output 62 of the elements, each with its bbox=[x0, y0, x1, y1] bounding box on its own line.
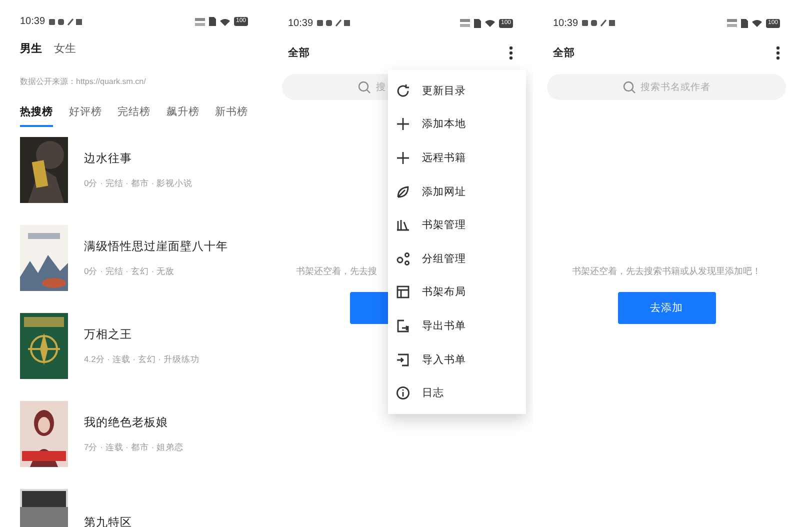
status-time: 10:39 bbox=[20, 16, 46, 27]
book-title[interactable]: 满级悟性思过崖面壁八十年 bbox=[84, 238, 228, 254]
rank-tab[interactable]: 飙升榜 bbox=[166, 105, 200, 127]
sim-icon bbox=[208, 17, 216, 26]
gender-tab[interactable]: 男生 bbox=[20, 41, 42, 56]
shelf-title[interactable]: 全部 bbox=[553, 46, 575, 60]
wifi-icon bbox=[752, 19, 762, 27]
network-speed-icon bbox=[726, 19, 737, 27]
layout-icon bbox=[396, 285, 410, 300]
plus-icon bbox=[396, 117, 410, 132]
menu-item[interactable]: 导入书单 bbox=[422, 352, 466, 367]
menu-item[interactable]: 远程书籍 bbox=[422, 150, 466, 165]
rank-tab[interactable]: 新书榜 bbox=[215, 105, 248, 127]
leaf-icon bbox=[396, 184, 410, 199]
status-time: 10:39 bbox=[288, 18, 314, 28]
bookshelf-icon bbox=[396, 218, 410, 232]
menu-item[interactable]: 更新目录 bbox=[422, 84, 466, 98]
book-title[interactable]: 我的绝色老板娘 bbox=[84, 414, 184, 430]
menu-item[interactable]: 导出书单 bbox=[422, 318, 466, 333]
wifi-icon bbox=[484, 19, 495, 27]
book-meta: 0分 · 完结 · 都市 · 影视小说 bbox=[84, 178, 192, 190]
book-meta: 0分 · 完结 · 玄幻 · 无敌 bbox=[84, 266, 176, 278]
plus-icon bbox=[396, 150, 410, 165]
menu-item[interactable]: 书架布局 bbox=[422, 285, 466, 300]
network-speed-icon bbox=[194, 18, 205, 26]
add-button[interactable]: 去添加 bbox=[618, 292, 716, 324]
import-icon bbox=[396, 352, 410, 367]
more-icon[interactable] bbox=[509, 46, 513, 60]
rank-tab[interactable]: 完结榜 bbox=[118, 105, 150, 127]
empty-message: 书架还空着，先去搜索书籍或从发现里添加吧！ bbox=[571, 265, 762, 278]
book-meta: 4.2分 · 连载 · 玄幻 · 升级练功 bbox=[84, 354, 200, 366]
nodes-icon bbox=[396, 252, 410, 266]
more-icon[interactable] bbox=[776, 46, 780, 60]
search-icon bbox=[622, 80, 636, 94]
book-title[interactable]: 边水往事 bbox=[84, 150, 192, 166]
source-note: 数据公开来源：https://quark.sm.cn/ bbox=[20, 76, 147, 87]
menu-item[interactable]: 日志 bbox=[422, 386, 444, 400]
book-meta: 7分 · 连载 · 都市 · 姐弟恋 bbox=[84, 442, 184, 454]
notification-icons bbox=[582, 19, 616, 27]
menu-item[interactable]: 分组管理 bbox=[422, 252, 466, 266]
empty-message: 书架还空着，先去搜 bbox=[296, 265, 378, 278]
sim-icon bbox=[474, 18, 481, 28]
sim-icon bbox=[740, 18, 748, 28]
info-icon bbox=[396, 386, 410, 400]
menu-item[interactable]: 书架管理 bbox=[422, 218, 466, 232]
book-title[interactable]: 万相之王 bbox=[84, 326, 200, 342]
menu-item[interactable]: 添加本地 bbox=[422, 117, 466, 132]
network-speed-icon bbox=[460, 19, 470, 27]
wifi-icon bbox=[220, 18, 230, 26]
gender-tab[interactable]: 女生 bbox=[54, 41, 76, 56]
shelf-title[interactable]: 全部 bbox=[288, 46, 310, 60]
search-icon bbox=[358, 80, 371, 94]
rank-tab[interactable]: 热搜榜 bbox=[20, 105, 53, 127]
add-button[interactable] bbox=[350, 292, 390, 324]
status-time: 10:39 bbox=[553, 18, 578, 28]
notification-icons bbox=[317, 19, 352, 27]
menu-item[interactable]: 添加网址 bbox=[422, 184, 466, 199]
rank-tab[interactable]: 好评榜 bbox=[68, 105, 102, 127]
export-icon bbox=[396, 318, 410, 333]
refresh-icon bbox=[396, 84, 410, 98]
notification-icons bbox=[49, 18, 84, 26]
book-title[interactable]: 第九特区 bbox=[84, 514, 132, 527]
